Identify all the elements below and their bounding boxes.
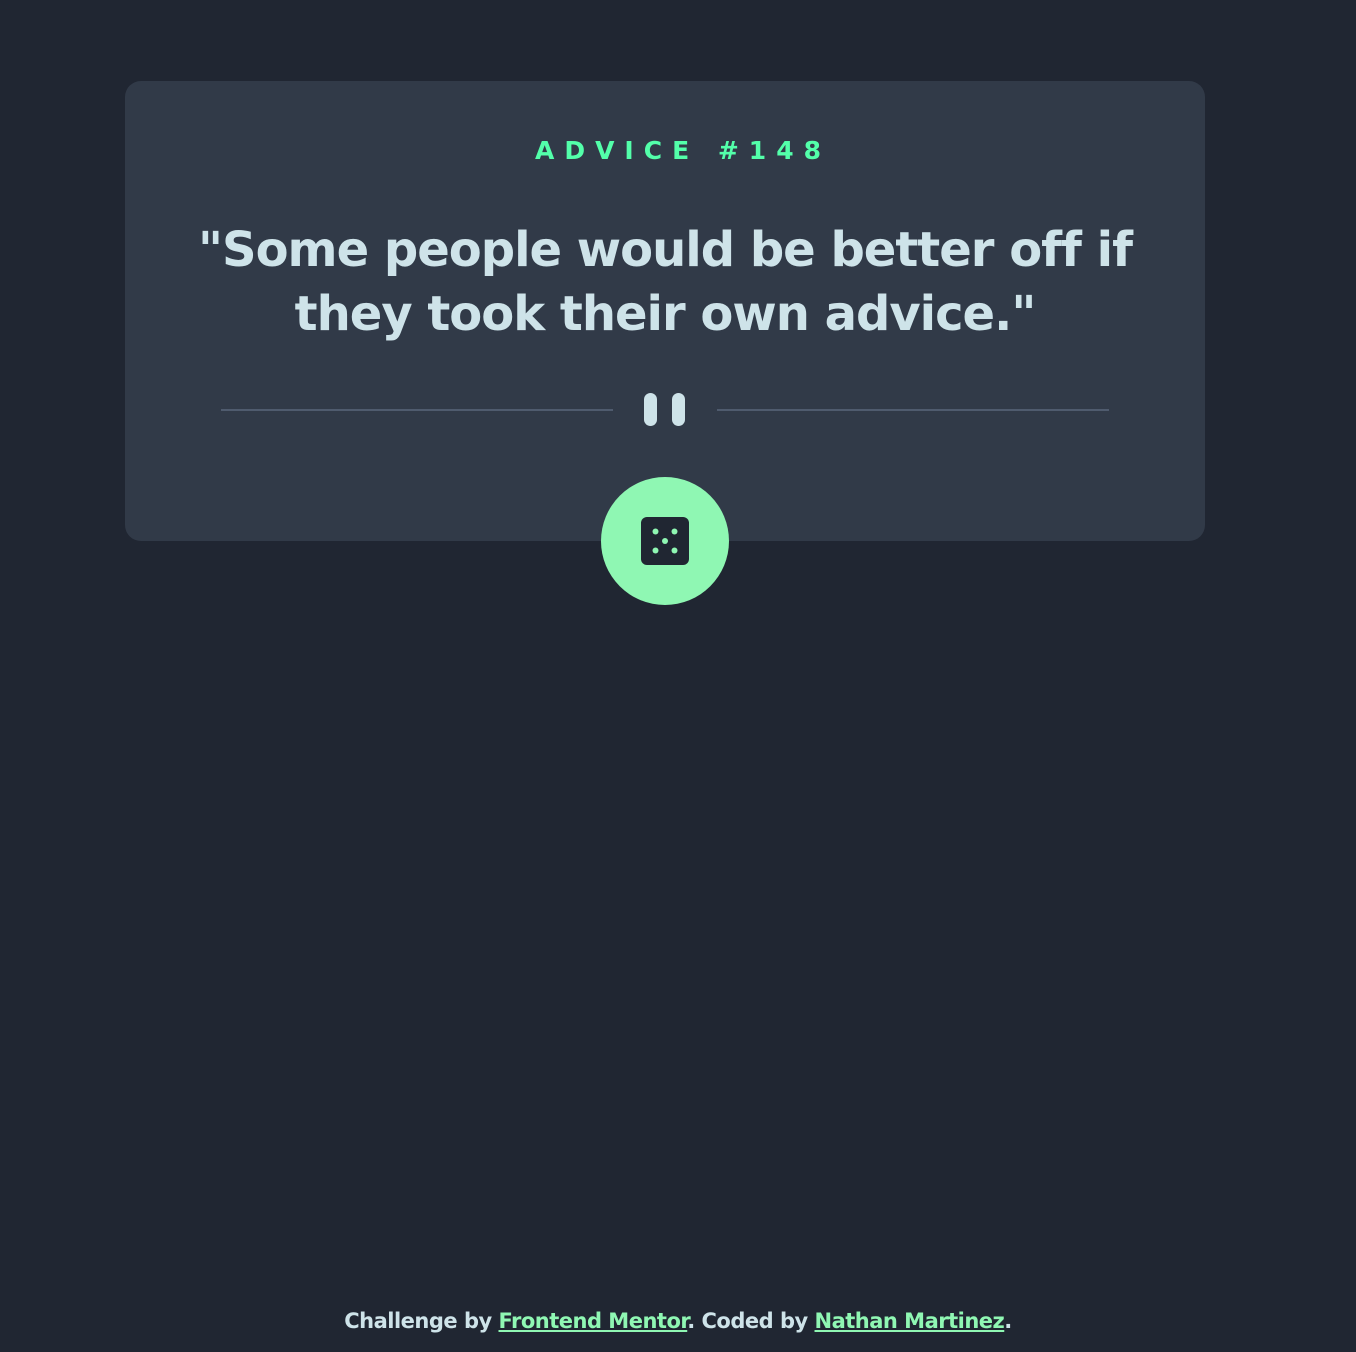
advice-id: ADVICE #148 [534, 136, 831, 165]
author-link[interactable]: Nathan Martinez [815, 1309, 1005, 1333]
dice-icon [641, 517, 689, 565]
divider-line-right [717, 409, 1109, 411]
divider-line-left [221, 409, 613, 411]
pause-icon [644, 393, 686, 427]
frontend-mentor-link[interactable]: Frontend Mentor [499, 1309, 688, 1333]
new-advice-button[interactable] [601, 477, 729, 605]
advice-quote: "Some people would be better off if they… [198, 222, 1133, 342]
footer-middle: . Coded by [687, 1309, 815, 1333]
divider [221, 393, 1109, 427]
pause-bar-left [644, 393, 657, 426]
footer-prefix: Challenge by [344, 1309, 499, 1333]
footer-suffix: . [1004, 1309, 1012, 1333]
pause-bar-right [672, 393, 685, 426]
attribution-footer: Challenge by Frontend Mentor. Coded by N… [0, 1307, 1356, 1335]
